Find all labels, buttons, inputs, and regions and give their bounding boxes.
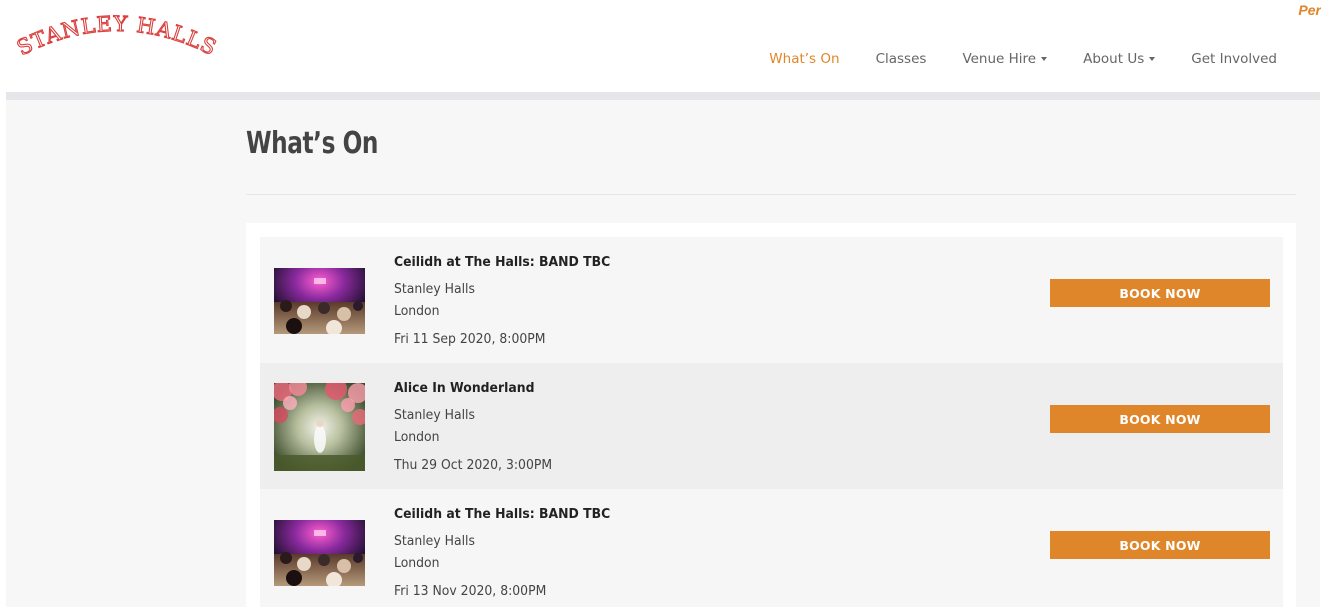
event-city: London: [394, 555, 440, 571]
caret-down-icon: [1149, 57, 1156, 61]
nav-item-label: Venue Hire: [962, 51, 1037, 67]
event-row: Ceilidh at The Halls: BAND TBC Stanley H…: [260, 489, 1283, 607]
main-nav: What’s On Classes Venue Hire About Us Ge…: [751, 50, 1295, 68]
event-thumbnail[interactable]: [274, 520, 365, 586]
event-list: Ceilidh at The Halls: BAND TBC Stanley H…: [246, 223, 1296, 607]
event-thumbnail[interactable]: [274, 383, 365, 471]
book-now-button[interactable]: BOOK NOW: [1050, 405, 1270, 433]
stanley-halls-logo[interactable]: STANLEY HALLS: [6, 8, 226, 68]
event-thumbnail[interactable]: [274, 268, 365, 334]
nav-item-venue-hire[interactable]: Venue Hire: [944, 50, 1065, 68]
event-datetime: Thu 29 Oct 2020, 3:00PM: [394, 457, 553, 473]
page-title: What’s On: [246, 126, 378, 161]
nav-item-whats-on[interactable]: What’s On: [751, 50, 857, 68]
event-city: London: [394, 303, 440, 319]
site-header: STANLEY HALLS Per What’s On Classes Venu…: [0, 0, 1321, 92]
event-datetime: Fri 13 Nov 2020, 8:00PM: [394, 583, 547, 599]
event-datetime: Fri 11 Sep 2020, 8:00PM: [394, 331, 546, 347]
event-venue: Stanley Halls: [394, 407, 475, 423]
event-city: London: [394, 429, 440, 445]
event-row: Alice In Wonderland Stanley Halls London…: [260, 363, 1283, 489]
nav-item-label: Get Involved: [1191, 51, 1277, 67]
event-venue: Stanley Halls: [394, 281, 475, 297]
svg-text:STANLEY HALLS: STANLEY HALLS: [13, 12, 221, 60]
logo-text: STANLEY HALLS: [13, 11, 221, 61]
nav-item-label: What’s On: [769, 51, 840, 67]
event-row: Ceilidh at The Halls: BAND TBC Stanley H…: [260, 237, 1283, 363]
nav-item-about-us[interactable]: About Us: [1065, 50, 1173, 68]
nav-item-get-involved[interactable]: Get Involved: [1173, 50, 1295, 68]
header-divider: [6, 92, 1320, 100]
nav-item-label: Classes: [875, 51, 927, 67]
title-divider: [246, 194, 1296, 195]
nav-item-classes[interactable]: Classes: [858, 50, 945, 68]
book-now-button[interactable]: BOOK NOW: [1050, 531, 1270, 559]
nav-item-label: About Us: [1083, 51, 1145, 67]
page-content: What’s On Ceilidh at The Halls: BAND TBC…: [6, 100, 1320, 607]
event-title[interactable]: Ceilidh at The Halls: BAND TBC: [394, 506, 610, 522]
event-title[interactable]: Ceilidh at The Halls: BAND TBC: [394, 254, 610, 270]
book-now-button[interactable]: BOOK NOW: [1050, 279, 1270, 307]
caret-down-icon: [1041, 57, 1048, 61]
event-title[interactable]: Alice In Wonderland: [394, 380, 534, 396]
header-corner-text: Per: [1298, 2, 1321, 18]
event-venue: Stanley Halls: [394, 533, 475, 549]
